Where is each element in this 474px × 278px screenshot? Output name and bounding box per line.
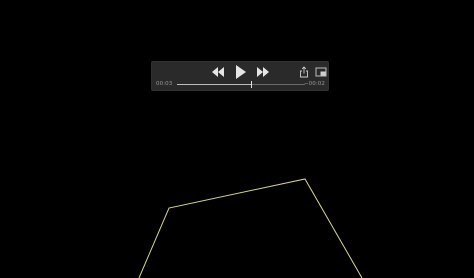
elapsed-time: 00:03 bbox=[156, 81, 173, 87]
video-player[interactable]: 00:03 −00:02 bbox=[0, 0, 474, 278]
scrubber-fill bbox=[177, 84, 252, 85]
rewind-button[interactable] bbox=[211, 66, 225, 78]
picture-in-picture-icon bbox=[315, 67, 327, 77]
progress-scrubber[interactable] bbox=[177, 81, 305, 88]
scrubber-thumb[interactable] bbox=[250, 81, 252, 88]
share-icon bbox=[300, 66, 308, 78]
playback-controls: 00:03 −00:02 bbox=[151, 61, 329, 91]
share-button[interactable] bbox=[299, 66, 309, 78]
play-icon bbox=[236, 65, 246, 79]
rewind-icon bbox=[212, 67, 224, 77]
video-content bbox=[138, 178, 363, 278]
fast-forward-icon bbox=[257, 67, 269, 77]
yellow-outline-shape bbox=[138, 178, 363, 278]
play-button[interactable] bbox=[235, 64, 247, 80]
fast-forward-button[interactable] bbox=[256, 66, 270, 78]
picture-in-picture-button[interactable] bbox=[315, 67, 327, 77]
remaining-time: −00:02 bbox=[303, 81, 325, 87]
